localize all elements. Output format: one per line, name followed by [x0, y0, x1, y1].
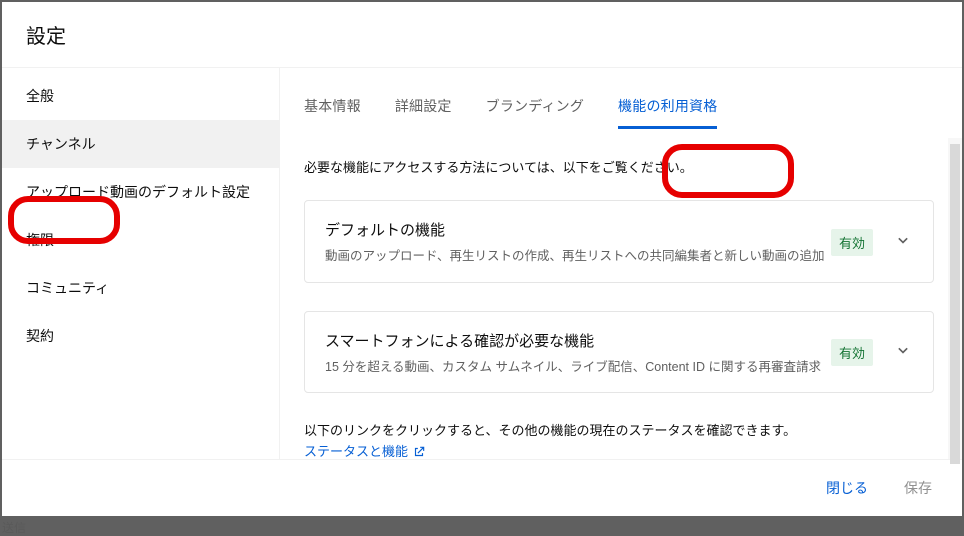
- sidebar-item-label: コミュニティ: [26, 280, 109, 296]
- bottom-note: 以下のリンクをクリックすると、その他の機能の現在のステータスを確認できます。 ス…: [304, 421, 934, 459]
- sidebar-item-label: チャンネル: [26, 136, 96, 152]
- sidebar-item-channel[interactable]: チャンネル: [2, 120, 279, 168]
- sidebar-item-agreements[interactable]: 契約: [2, 312, 279, 360]
- feature-card-title: スマートフォンによる確認が必要な機能: [325, 330, 831, 351]
- sidebar-item-label: 権限: [26, 232, 54, 248]
- sidebar-item-upload-defaults[interactable]: アップロード動画のデフォルト設定: [2, 168, 279, 216]
- sidebar-item-permissions[interactable]: 権限: [2, 216, 279, 264]
- tab-basic-info[interactable]: 基本情報: [304, 96, 361, 129]
- modal-footer: 閉じる 保存: [2, 460, 962, 516]
- feature-card-main: デフォルトの機能 動画のアップロード、再生リストの作成、再生リストへの共同編集者…: [325, 219, 831, 266]
- chevron-down-icon[interactable]: [893, 340, 913, 365]
- status-badge: 有効: [831, 339, 873, 366]
- feature-card-title: デフォルトの機能: [325, 219, 831, 240]
- save-button[interactable]: 保存: [898, 474, 938, 502]
- chevron-down-icon[interactable]: [893, 230, 913, 255]
- sidebar-item-label: アップロード動画のデフォルト設定: [26, 184, 250, 200]
- feature-card-phone-verify[interactable]: スマートフォンによる確認が必要な機能 15 分を超える動画、カスタム サムネイル…: [304, 311, 934, 394]
- status-features-link[interactable]: ステータスと機能: [304, 442, 426, 459]
- feature-card-subtitle: 15 分を超える動画、カスタム サムネイル、ライブ配信、Content ID に…: [325, 359, 831, 377]
- tab-feature-eligibility[interactable]: 機能の利用資格: [618, 96, 717, 129]
- modal-body: 全般 チャンネル アップロード動画のデフォルト設定 権限 コミュニティ 契約 基…: [2, 67, 962, 460]
- sidebar: 全般 チャンネル アップロード動画のデフォルト設定 権限 コミュニティ 契約: [2, 68, 280, 459]
- sidebar-item-label: 契約: [26, 328, 54, 344]
- settings-modal: 設定 全般 チャンネル アップロード動画のデフォルト設定 権限 コミュニティ 契…: [2, 2, 962, 516]
- status-badge: 有効: [831, 229, 873, 256]
- sidebar-item-label: 全般: [26, 88, 54, 104]
- feature-card-list: デフォルトの機能 動画のアップロード、再生リストの作成、再生リストへの共同編集者…: [304, 200, 934, 393]
- feature-card-subtitle: 動画のアップロード、再生リストの作成、再生リストへの共同編集者と新しい動画の追加: [325, 248, 831, 266]
- scrollbar-thumb[interactable]: [950, 144, 960, 464]
- tab-branding[interactable]: ブランディング: [486, 96, 584, 129]
- section-description: 必要な機能にアクセスする方法については、以下をご覧ください。: [304, 157, 934, 176]
- sidebar-item-general[interactable]: 全般: [2, 72, 279, 120]
- tab-advanced[interactable]: 詳細設定: [395, 96, 452, 129]
- open-in-new-icon: [412, 445, 426, 459]
- tab-bar: 基本情報 詳細設定 ブランディング 機能の利用資格: [304, 68, 934, 129]
- feature-card-main: スマートフォンによる確認が必要な機能 15 分を超える動画、カスタム サムネイル…: [325, 330, 831, 377]
- content-pane: 基本情報 詳細設定 ブランディング 機能の利用資格 必要な機能にアクセスする方法…: [280, 68, 962, 459]
- sidebar-item-community[interactable]: コミュニティ: [2, 264, 279, 312]
- feature-card-default[interactable]: デフォルトの機能 動画のアップロード、再生リストの作成、再生リストへの共同編集者…: [304, 200, 934, 283]
- background-footer-text: 送信: [0, 518, 964, 536]
- modal-title: 設定: [2, 2, 962, 67]
- close-button[interactable]: 閉じる: [820, 474, 874, 502]
- scrollbar[interactable]: [948, 138, 962, 459]
